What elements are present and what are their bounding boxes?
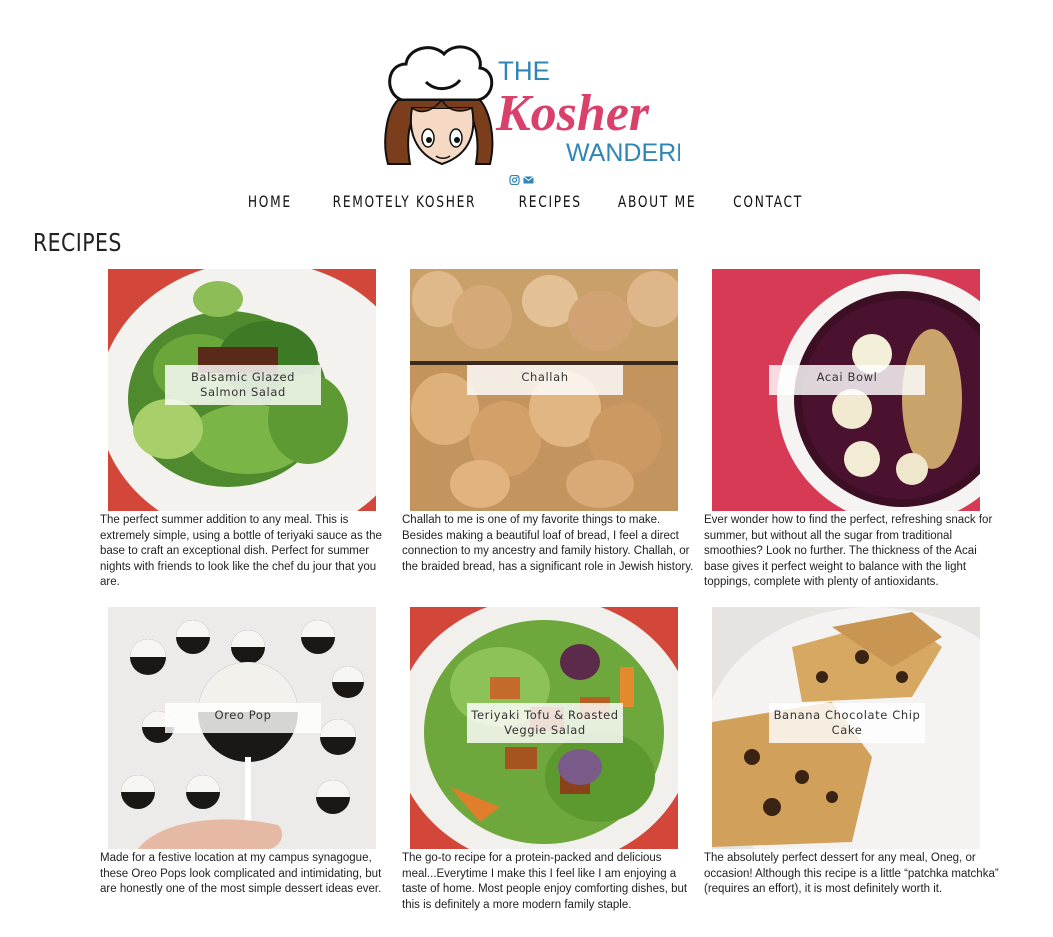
recipe-image[interactable]: Balsamic Glazed Salmon Salad [108, 269, 376, 511]
recipe-card[interactable]: Oreo Pop Made for a festive location at … [100, 607, 400, 898]
recipe-title[interactable]: Banana Chocolate Chip Cake [769, 703, 925, 743]
page-title: RECIPES [33, 228, 122, 257]
recipe-image[interactable]: Challah [410, 269, 678, 511]
site-logo[interactable]: THE Kosher WANDERER [380, 42, 711, 167]
recipe-title[interactable]: Challah [467, 365, 623, 395]
recipe-description: Made for a festive location at my campus… [100, 852, 382, 895]
recipe-card[interactable]: Balsamic Glazed Salmon Salad The perfect… [100, 269, 400, 591]
envelope-icon[interactable] [523, 172, 534, 184]
recipe-title[interactable]: Acai Bowl [769, 365, 925, 395]
recipe-image[interactable]: Teriyaki Tofu & Roasted Veggie Salad [410, 607, 678, 849]
recipe-card[interactable]: Teriyaki Tofu & Roasted Veggie Salad The… [402, 607, 702, 913]
recipe-image[interactable]: Acai Bowl [712, 269, 980, 511]
chef-illustration: THE Kosher WANDERER [384, 45, 711, 167]
recipe-title[interactable]: Balsamic Glazed Salmon Salad [165, 365, 321, 405]
recipe-description: Challah to me is one of my favorite thin… [402, 514, 694, 573]
main-nav: HOME REMOTELY KOSHER RECIPES ABOUT ME CO… [0, 192, 1053, 211]
recipe-title[interactable]: Teriyaki Tofu & Roasted Veggie Salad [467, 703, 623, 743]
recipe-card[interactable]: Challah Challah to me is one of my favor… [402, 269, 702, 575]
recipe-description: Ever wonder how to find the perfect, ref… [704, 514, 993, 588]
nav-contact[interactable]: CONTACT [733, 192, 803, 211]
nav-home[interactable]: HOME [248, 192, 292, 211]
svg-text:Kosher: Kosher [495, 85, 650, 142]
recipe-title[interactable]: Oreo Pop [165, 703, 321, 733]
nav-recipes[interactable]: RECIPES [518, 192, 581, 211]
recipe-card[interactable]: Acai Bowl Ever wonder how to find the pe… [704, 269, 1004, 591]
recipe-description: The absolutely perfect dessert for any m… [704, 852, 999, 895]
recipe-description: The go-to recipe for a protein-packed an… [402, 852, 688, 911]
recipe-description: The perfect summer addition to any meal.… [100, 514, 382, 588]
recipe-card[interactable]: Banana Chocolate Chip Cake The absolutel… [704, 607, 1004, 898]
svg-text:THE: THE [498, 55, 550, 86]
nav-remotely-kosher[interactable]: REMOTELY KOSHER [332, 192, 476, 211]
recipe-image[interactable]: Oreo Pop [108, 607, 376, 849]
nav-about-me[interactable]: ABOUT ME [618, 192, 696, 211]
svg-text:WANDERER: WANDERER [566, 139, 680, 167]
social-links [509, 172, 534, 186]
recipe-image[interactable]: Banana Chocolate Chip Cake [712, 607, 980, 849]
instagram-icon[interactable] [509, 172, 520, 186]
